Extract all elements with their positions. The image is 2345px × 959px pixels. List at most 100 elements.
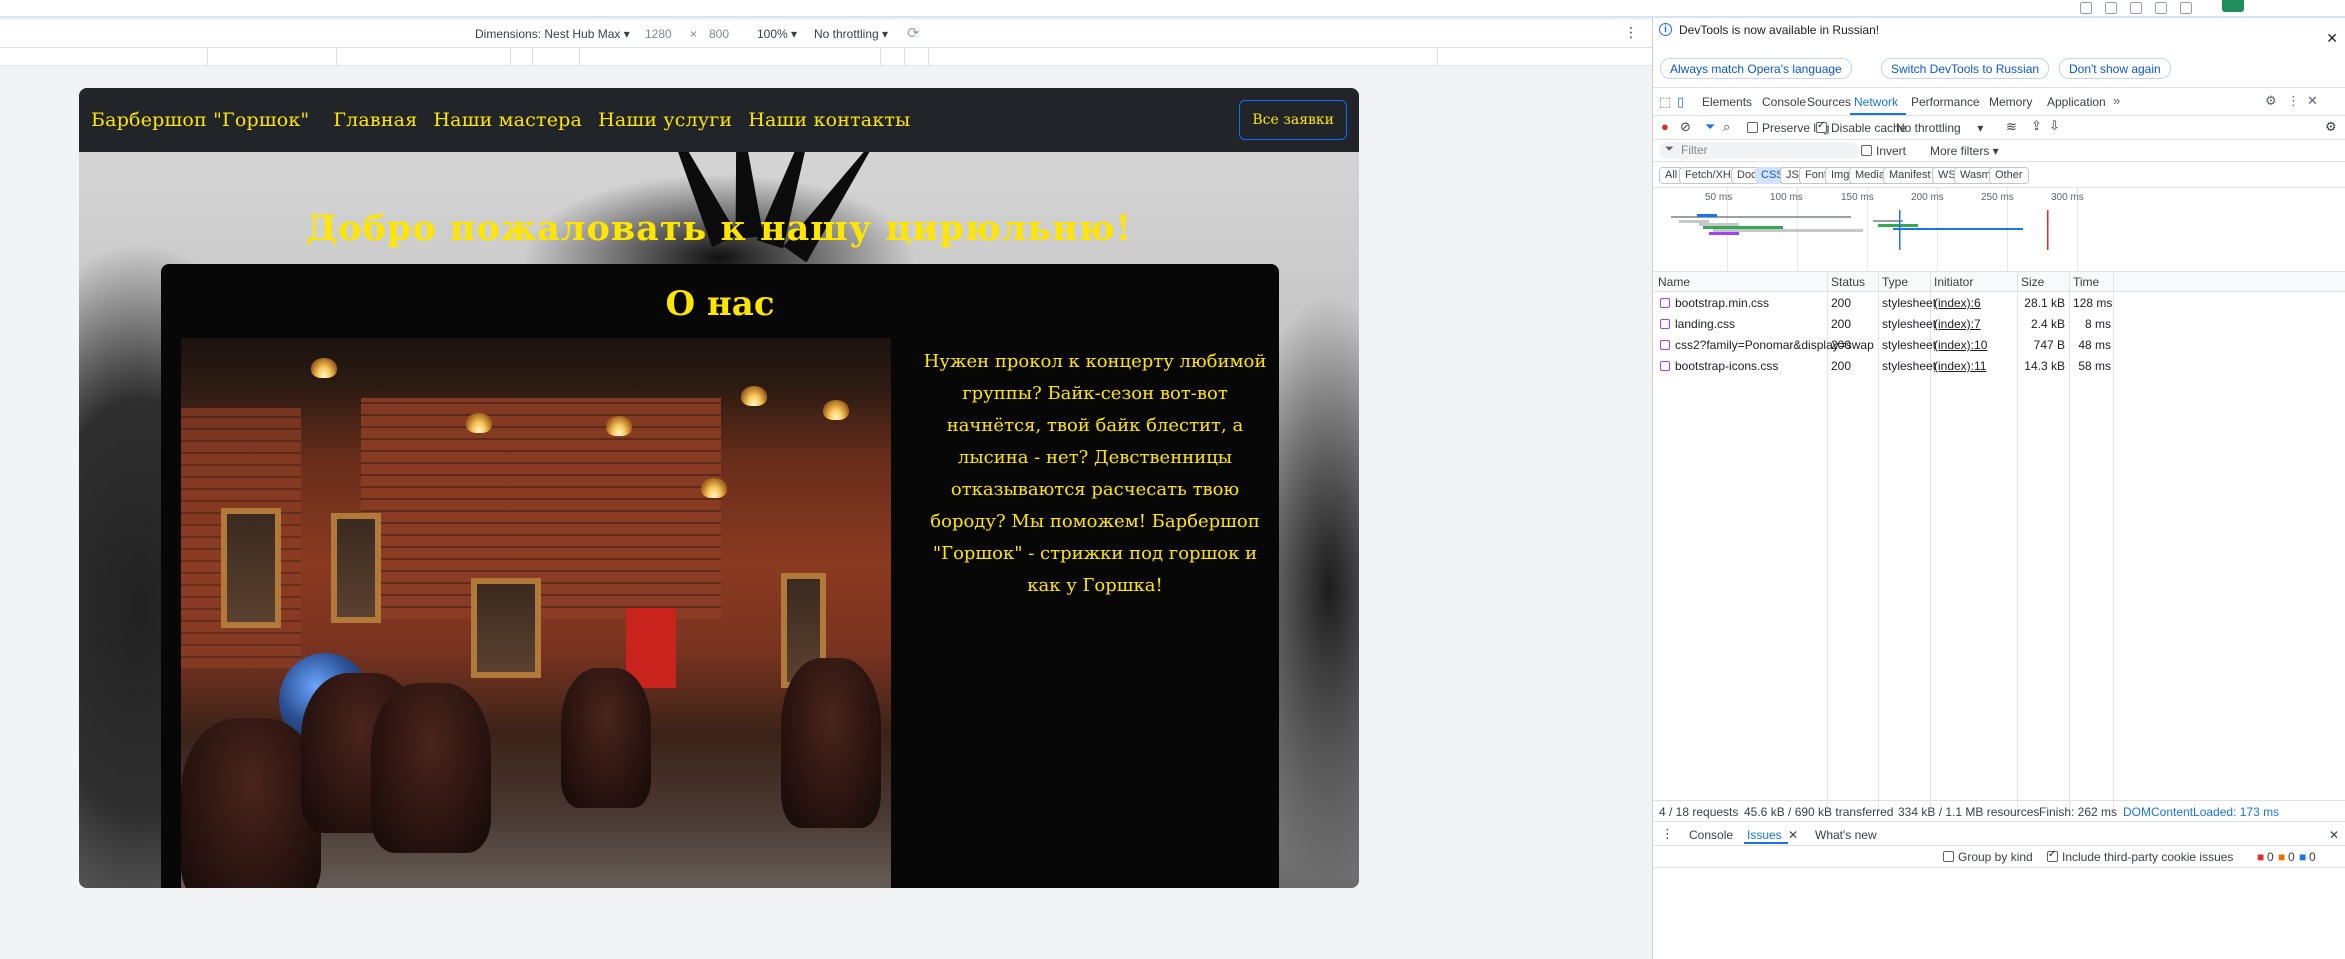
request-type: stylesheet bbox=[1882, 338, 1937, 352]
tab-performance[interactable]: Performance bbox=[1911, 95, 1980, 109]
brand-link[interactable]: Барбершоп "Горшок" bbox=[91, 109, 309, 131]
col-status[interactable]: Status bbox=[1831, 275, 1865, 289]
request-initiator-link[interactable]: (index):7 bbox=[1934, 317, 1981, 331]
request-name: landing.css bbox=[1675, 317, 1736, 331]
device-toolbar-icon[interactable]: ▯ bbox=[1677, 94, 1684, 110]
nav-link-home[interactable]: Главная bbox=[333, 109, 417, 131]
table-row[interactable]: bootstrap-icons.css 200 stylesheet (inde… bbox=[1653, 356, 2345, 377]
request-status: 200 bbox=[1831, 338, 1852, 352]
drawer-menu-icon[interactable]: ⋮ bbox=[1661, 826, 1674, 842]
col-size[interactable]: Size bbox=[2021, 275, 2044, 289]
drawer-tab-issues[interactable]: Issues bbox=[1747, 828, 1782, 842]
dont-show-again-button[interactable]: Don't show again bbox=[2059, 58, 2171, 79]
tab-memory[interactable]: Memory bbox=[1989, 95, 2032, 109]
browser-top-strip bbox=[0, 0, 2345, 18]
request-type: stylesheet bbox=[1882, 296, 1937, 310]
table-row[interactable]: css2?family=Ponomar&display=swap 200 sty… bbox=[1653, 335, 2345, 356]
more-tabs-icon[interactable]: » bbox=[2113, 93, 2120, 108]
request-initiator-link[interactable]: (index):10 bbox=[1934, 338, 1987, 352]
more-options-icon[interactable]: ⋮ bbox=[1624, 24, 1638, 41]
zoom-label: 100% bbox=[757, 27, 788, 41]
third-party-cookie-label: Include third-party cookie issues bbox=[2062, 850, 2234, 864]
width-input[interactable]: 1280 bbox=[645, 27, 672, 41]
filter-icon[interactable]: ⏷ bbox=[1705, 119, 1715, 135]
request-time: 58 ms bbox=[2078, 359, 2111, 373]
zoom-select[interactable]: 100% ▾ bbox=[757, 27, 797, 41]
active-tab-indicator bbox=[1850, 113, 1906, 115]
record-icon[interactable]: ● bbox=[1661, 119, 1669, 134]
extension-icon[interactable] bbox=[2080, 2, 2092, 14]
close-tab-icon[interactable]: ✕ bbox=[1788, 828, 1798, 842]
settings-gear-icon[interactable]: ⚙ bbox=[2265, 93, 2277, 109]
third-party-cookie-checkbox[interactable]: Include third-party cookie issues bbox=[2047, 849, 2234, 864]
group-by-kind-checkbox[interactable]: Group by kind bbox=[1943, 850, 2033, 864]
clear-icon[interactable]: ⊘ bbox=[1680, 119, 1691, 135]
switch-russian-button[interactable]: Switch DevTools to Russian bbox=[1881, 58, 2050, 79]
profile-badge-icon[interactable] bbox=[2222, 0, 2244, 12]
request-type: stylesheet bbox=[1882, 359, 1937, 373]
filter-input[interactable]: Filter bbox=[1659, 142, 1859, 159]
request-initiator-link[interactable]: (index):6 bbox=[1934, 296, 1981, 310]
network-settings-icon[interactable]: ⚙ bbox=[2325, 119, 2337, 135]
network-throttling-select[interactable]: No throttling ▾ bbox=[1896, 121, 1983, 135]
search-icon[interactable]: ⌕ bbox=[1723, 119, 1730, 135]
summary-requests: 4 / 18 requests bbox=[1659, 805, 1739, 819]
col-initiator[interactable]: Initiator bbox=[1934, 275, 1973, 289]
tab-application[interactable]: Application bbox=[2047, 95, 2106, 109]
throttling-label: No throttling bbox=[814, 27, 879, 41]
disable-cache-checkbox[interactable]: Disable cache bbox=[1816, 120, 1906, 135]
nav-link-services[interactable]: Наши услуги bbox=[598, 109, 732, 131]
drawer-tab-console[interactable]: Console bbox=[1689, 828, 1733, 842]
website-frame: Барбершоп "Горшок" Главная Наши мастера … bbox=[79, 88, 1359, 888]
col-time[interactable]: Time bbox=[2073, 275, 2099, 289]
language-infobar: i DevTools is now available in Russian! … bbox=[1653, 18, 2345, 88]
close-icon[interactable]: ✕ bbox=[2326, 30, 2338, 47]
stylesheet-icon bbox=[1660, 298, 1670, 308]
rotate-icon[interactable]: ⟳ bbox=[907, 24, 920, 42]
network-conditions-icon[interactable]: ≋ bbox=[2006, 119, 2017, 135]
nav-link-contacts[interactable]: Наши контакты bbox=[748, 109, 910, 131]
warning-count: 0 bbox=[2288, 850, 2295, 864]
table-row[interactable]: landing.css 200 stylesheet (index):7 2.4… bbox=[1653, 314, 2345, 335]
more-filters-label: More filters bbox=[1930, 144, 1990, 158]
match-language-button[interactable]: Always match Opera's language bbox=[1660, 58, 1852, 79]
network-overview-timeline[interactable]: 50 ms 100 ms 150 ms 200 ms 250 ms 300 ms bbox=[1653, 188, 2345, 272]
extension-icon[interactable] bbox=[2155, 2, 2167, 14]
more-filters-dropdown[interactable]: More filters ▾ bbox=[1930, 144, 1999, 158]
drawer-tab-whats-new[interactable]: What's new bbox=[1815, 828, 1877, 842]
chip-manifest[interactable]: Manifest bbox=[1883, 167, 1937, 184]
more-options-icon[interactable]: ⋮ bbox=[2287, 93, 2300, 109]
issues-toolbar: Group by kind Include third-party cookie… bbox=[1653, 846, 2345, 868]
warning-count-icon: ■ bbox=[2278, 850, 2286, 864]
stylesheet-icon bbox=[1660, 319, 1670, 329]
tab-console[interactable]: Console bbox=[1762, 95, 1806, 109]
all-requests-button[interactable]: Все заявки bbox=[1239, 100, 1347, 140]
request-time: 8 ms bbox=[2084, 317, 2111, 331]
extension-icon[interactable] bbox=[2130, 2, 2142, 14]
close-drawer-icon[interactable]: ✕ bbox=[2329, 828, 2339, 842]
chip-other[interactable]: Other bbox=[1989, 167, 2029, 184]
throttling-select[interactable]: No throttling ▾ bbox=[814, 27, 888, 41]
table-row[interactable]: bootstrap.min.css 200 stylesheet (index)… bbox=[1653, 293, 2345, 314]
inspect-element-icon[interactable]: ⬚ bbox=[1659, 94, 1671, 110]
export-har-icon[interactable]: ⇩ bbox=[2049, 118, 2060, 134]
close-devtools-icon[interactable]: ✕ bbox=[2307, 93, 2318, 109]
col-type[interactable]: Type bbox=[1882, 275, 1908, 289]
device-select[interactable]: Dimensions: Nest Hub Max ▾ bbox=[475, 27, 630, 41]
invert-checkbox[interactable]: Invert bbox=[1861, 144, 1906, 158]
request-time: 48 ms bbox=[2078, 338, 2111, 352]
drawer-tabbar: ⋮ Console Issues ✕ What's new ✕ bbox=[1653, 824, 2345, 846]
nav-link-masters[interactable]: Наши мастера bbox=[433, 109, 582, 131]
tab-sources[interactable]: Sources bbox=[1807, 95, 1851, 109]
request-size: 2.4 kB bbox=[2030, 317, 2065, 331]
extension-icon[interactable] bbox=[2180, 2, 2192, 14]
request-initiator-link[interactable]: (index):11 bbox=[1934, 359, 1986, 373]
tab-network[interactable]: Network bbox=[1854, 95, 1898, 109]
col-name[interactable]: Name bbox=[1658, 275, 1690, 289]
import-har-icon[interactable]: ⇪ bbox=[2031, 118, 2042, 134]
request-name: bootstrap-icons.css bbox=[1675, 359, 1779, 373]
height-input[interactable]: 800 bbox=[709, 27, 729, 41]
device-toolbar: Dimensions: Nest Hub Max ▾ 1280 × 800 10… bbox=[0, 20, 1652, 48]
tab-elements[interactable]: Elements bbox=[1702, 95, 1752, 109]
extension-icon[interactable] bbox=[2105, 2, 2117, 14]
